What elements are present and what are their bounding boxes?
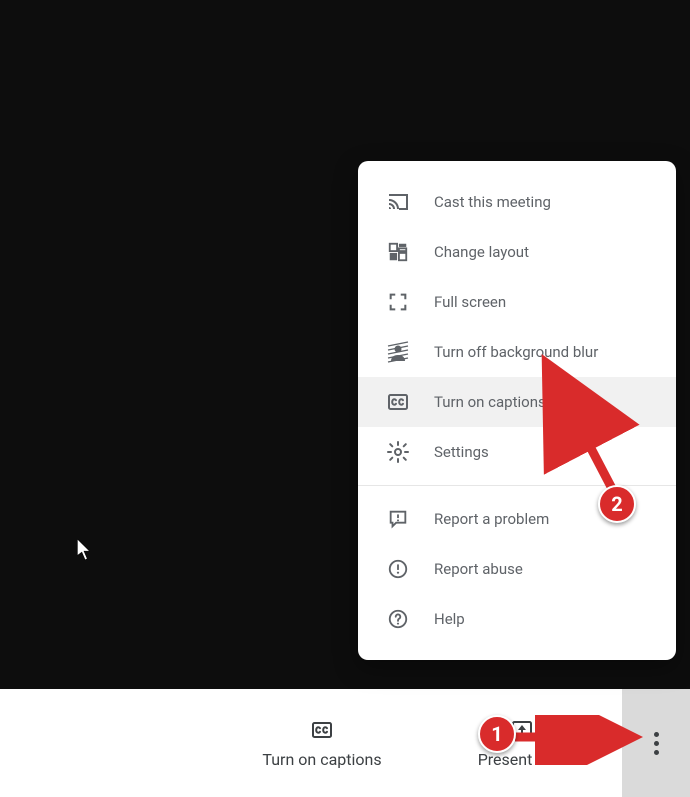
report-abuse-icon bbox=[386, 557, 410, 581]
menu-item-settings[interactable]: Settings bbox=[358, 427, 676, 477]
fullscreen-icon bbox=[386, 290, 410, 314]
layout-icon bbox=[386, 240, 410, 264]
present-now-button[interactable]: Present now bbox=[422, 689, 622, 797]
present-label: Present now bbox=[478, 750, 567, 769]
menu-item-report-abuse[interactable]: Report abuse bbox=[358, 544, 676, 594]
menu-item-change-layout[interactable]: Change layout bbox=[358, 227, 676, 277]
closed-captions-icon bbox=[310, 718, 334, 742]
vertical-dots-icon bbox=[654, 732, 659, 755]
annotation-badge-1: 1 bbox=[478, 715, 516, 753]
menu-item-label: Report abuse bbox=[434, 560, 523, 578]
annotation-badge-2: 2 bbox=[598, 485, 636, 523]
menu-item-label: Settings bbox=[434, 443, 489, 461]
bottom-toolbar: Turn on captions Present now bbox=[0, 689, 690, 797]
menu-item-full-screen[interactable]: Full screen bbox=[358, 277, 676, 327]
background-blur-icon bbox=[386, 340, 410, 364]
menu-item-background-blur[interactable]: Turn off background blur bbox=[358, 327, 676, 377]
help-icon bbox=[386, 607, 410, 631]
cast-icon bbox=[386, 190, 410, 214]
feedback-icon bbox=[386, 507, 410, 531]
gear-icon bbox=[386, 440, 410, 464]
more-options-menu: Cast this meeting Change layout Full bbox=[358, 161, 676, 660]
more-options-button[interactable] bbox=[622, 689, 690, 797]
menu-item-label: Full screen bbox=[434, 293, 506, 311]
menu-item-label: Help bbox=[434, 610, 465, 628]
menu-item-cast[interactable]: Cast this meeting bbox=[358, 177, 676, 227]
menu-item-label: Cast this meeting bbox=[434, 193, 551, 211]
menu-item-label: Turn off background blur bbox=[434, 343, 598, 361]
captions-label: Turn on captions bbox=[262, 750, 381, 769]
menu-divider bbox=[358, 485, 676, 486]
menu-item-label: Report a problem bbox=[434, 510, 549, 528]
menu-item-help[interactable]: Help bbox=[358, 594, 676, 644]
menu-item-label: Change layout bbox=[434, 243, 529, 261]
closed-captions-icon bbox=[386, 390, 410, 414]
turn-on-captions-button[interactable]: Turn on captions bbox=[222, 689, 422, 797]
menu-item-captions[interactable]: Turn on captions bbox=[358, 377, 676, 427]
menu-item-label: Turn on captions bbox=[434, 393, 546, 411]
